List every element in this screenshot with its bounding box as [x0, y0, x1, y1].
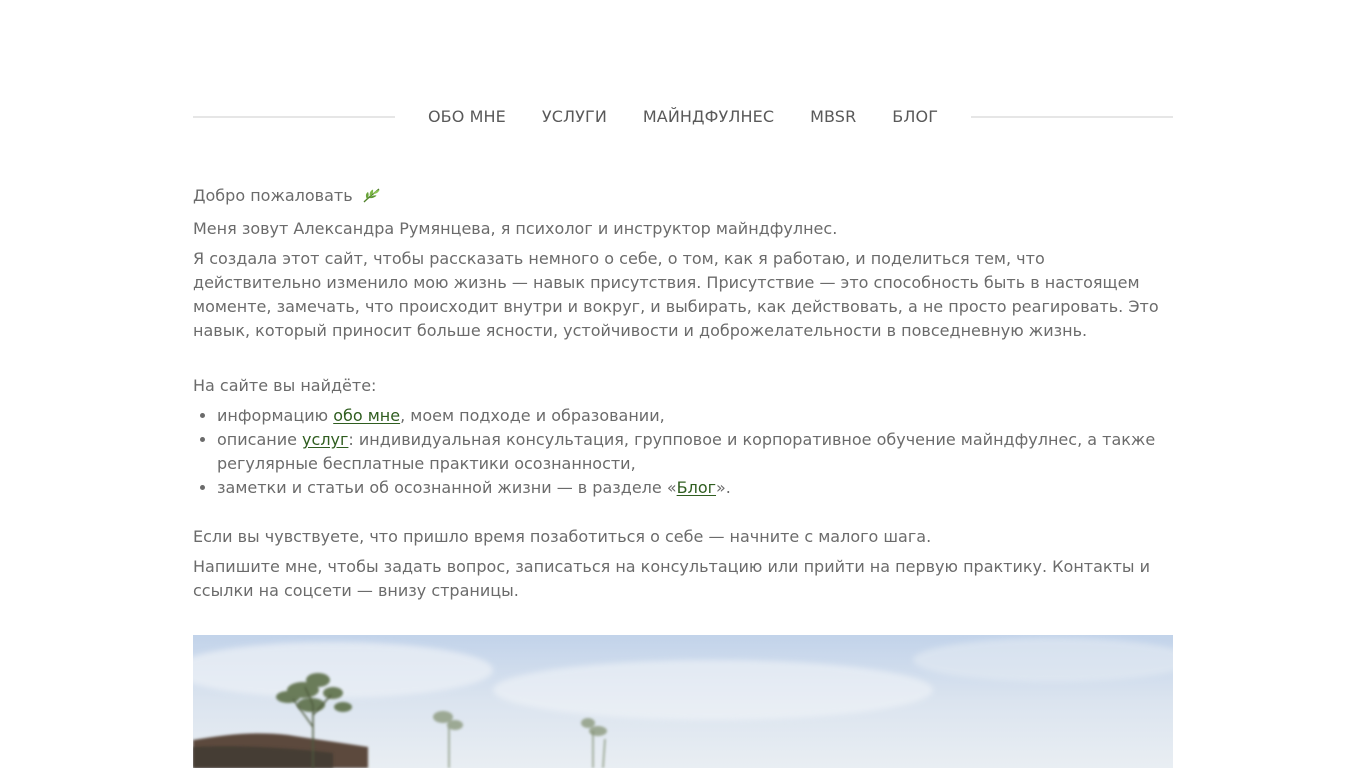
- list-item: описание услуг: индивидуальная консульта…: [217, 428, 1173, 476]
- list-item-text: : индивидуальная консультация, групповое…: [217, 430, 1156, 473]
- list-item-text: информацию: [217, 406, 334, 425]
- main-nav: ОБО МНЕ УСЛУГИ МАЙНДФУЛНЕС MBSR БЛОГ: [193, 100, 1174, 134]
- nav-item-blog[interactable]: БЛОГ: [892, 100, 938, 134]
- welcome-line: Добро пожаловать: [193, 184, 1173, 211]
- list-heading: На сайте вы найдёте:: [193, 376, 377, 395]
- description-paragraph: Я создала этот сайт, чтобы рассказать не…: [193, 249, 1159, 340]
- landscape-image: [193, 635, 1173, 768]
- nav-menu: ОБО МНЕ УСЛУГИ МАЙНДФУЛНЕС MBSR БЛОГ: [428, 100, 938, 134]
- features-list: информацию обо мне, моем подходе и образ…: [193, 404, 1173, 500]
- nav-divider-right: [971, 116, 1174, 118]
- page: ОБО МНЕ УСЛУГИ МАЙНДФУЛНЕС MBSR БЛОГ Доб…: [0, 0, 1366, 768]
- list-item-text: ».: [716, 478, 731, 497]
- welcome-text: Добро пожаловать: [193, 186, 353, 205]
- closing-text-1: Если вы чувствуете, что пришло время поз…: [193, 527, 932, 546]
- nav-divider-left: [193, 116, 395, 118]
- leaf-icon: [362, 186, 382, 211]
- intro-text: Меня зовут Александра Румянцева, я психо…: [193, 219, 838, 238]
- blog-link[interactable]: Блог: [677, 478, 716, 497]
- services-link[interactable]: услуг: [302, 430, 348, 449]
- closing-text-2: Напишите мне, чтобы задать вопрос, запис…: [193, 557, 1151, 600]
- list-item: заметки и статьи об осознанной жизни — в…: [217, 476, 1173, 500]
- list-item-text: описание: [217, 430, 303, 449]
- list-item: информацию обо мне, моем подходе и образ…: [217, 404, 1173, 428]
- nav-item-mindfulness[interactable]: МАЙНДФУЛНЕС: [643, 100, 774, 134]
- list-item-text: , моем подходе и образовании,: [400, 406, 665, 425]
- list-item-text: заметки и статьи об осознанной жизни — в…: [217, 478, 677, 497]
- hero-photo: [193, 635, 1173, 768]
- about-link[interactable]: обо мне: [333, 406, 400, 425]
- nav-item-services[interactable]: УСЛУГИ: [542, 100, 607, 134]
- main-content: Добро пожаловать Меня зовут Александра Р…: [193, 184, 1173, 609]
- nav-item-mbsr[interactable]: MBSR: [810, 100, 856, 134]
- nav-item-about[interactable]: ОБО МНЕ: [428, 100, 506, 134]
